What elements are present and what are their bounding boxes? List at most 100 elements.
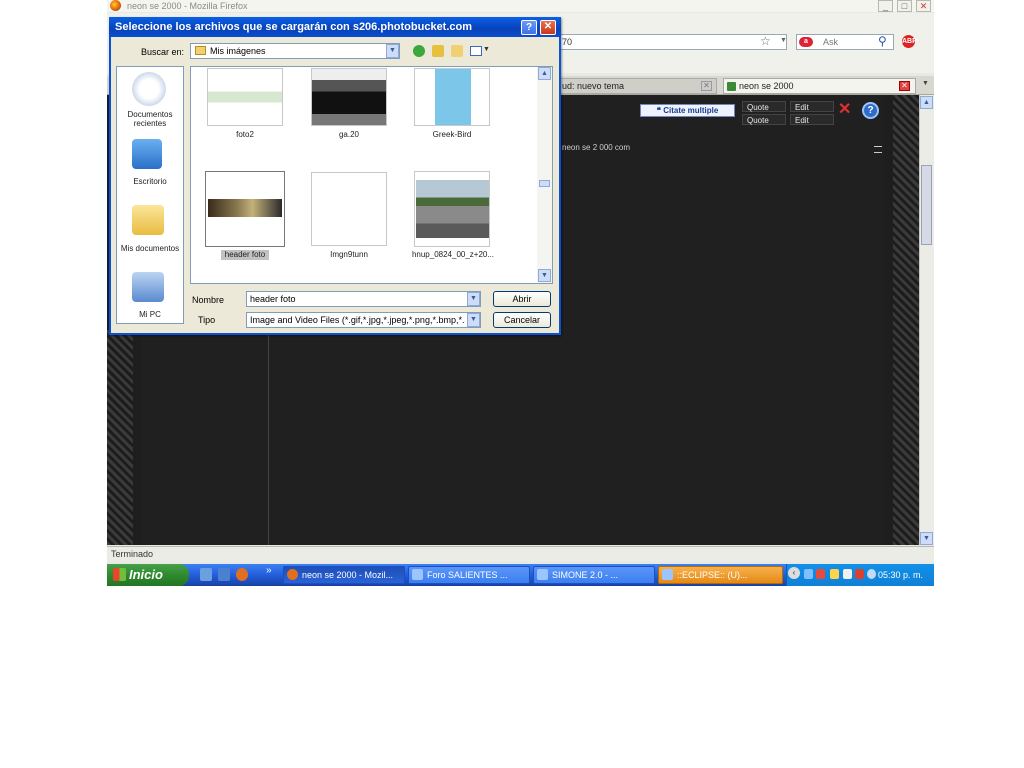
post-text: neon se 2 000 com [562,143,631,152]
firefox-icon [110,0,121,11]
scroll-down-icon[interactable]: ▼ [538,269,551,282]
carbon-border-right [893,95,919,545]
bird-image [435,69,471,125]
cancel-button[interactable]: Cancelar [493,312,551,328]
view-dropdown-icon[interactable]: ▼ [483,46,490,53]
bookmark-star-icon[interactable]: ☆ [760,34,771,48]
open-button[interactable]: Abrir [493,291,551,307]
tray-volume-icon[interactable] [855,569,864,579]
tab-list-icon[interactable]: ▼ [922,80,929,87]
taskbar-item-firefox[interactable]: neon se 2000 - Mozil... [283,566,405,584]
taskbar-item-3[interactable]: SIMONE 2.0 - ... [533,566,655,584]
place-label[interactable]: Escritorio [116,177,184,186]
dialog-help-button[interactable]: ? [521,20,537,35]
edit-button[interactable]: Edit [790,101,834,112]
scroll-down-icon[interactable]: ▼ [920,532,933,545]
look-in-label: Buscar en: [141,47,185,57]
tray-safely-remove-icon[interactable] [843,569,852,579]
file-label[interactable]: foto2 [200,130,290,140]
chevron-down-icon[interactable]: ▼ [386,44,399,58]
addon-icon[interactable]: ABP [902,35,917,48]
dialog-close-button[interactable]: ✕ [540,20,556,35]
tray-network-icon[interactable] [804,569,813,579]
tray-expand-icon[interactable]: ‹ [788,567,800,579]
new-folder-icon[interactable] [451,45,463,57]
search-placeholder: Ask [823,37,839,47]
column-divider [268,330,269,545]
taskbar-item-4[interactable]: ::ECLIPSE:: (U)... [658,566,783,584]
cancel-label: Cancelar [503,315,541,325]
scroll-up-icon[interactable]: ▲ [538,67,551,80]
page-scrollbar-thumb[interactable] [921,165,932,245]
my-computer-icon[interactable] [132,272,164,302]
multi-quote-label: Citate multiple [663,106,719,115]
quicklaunch-more-icon[interactable]: » [266,565,272,576]
recent-documents-icon[interactable] [132,72,166,106]
desktop-icon[interactable] [132,139,162,169]
edit-label: Edit [795,103,809,112]
url-bar[interactable] [557,34,787,50]
url-dropdown-icon[interactable]: ▼ [780,37,787,44]
file-thumbnail[interactable] [414,171,490,247]
car-image [416,180,489,238]
quote-label: Quote [747,103,769,112]
file-label[interactable]: Imgn9tunn [304,250,394,260]
file-thumbnail-selected[interactable] [205,171,285,247]
task-label: ::ECLIPSE:: (U)... [677,570,748,580]
scroll-up-icon[interactable]: ▲ [920,96,933,109]
multi-quote-button[interactable]: ❝ Citate multiple [640,104,735,117]
file-label[interactable]: hnup_0824_00_z+20... [404,250,502,260]
quicklaunch-ie-icon[interactable] [218,568,230,581]
page-scrollbar[interactable] [919,95,934,545]
folder-icon [195,46,206,55]
delete-post-icon[interactable]: ✕ [838,102,851,118]
browser-titlebar: neon se 2000 - Mozilla Firefox [107,0,934,12]
help-icon[interactable]: ? [862,102,879,119]
maximize-button[interactable]: □ [897,0,912,12]
back-arrow-icon[interactable] [413,45,425,57]
search-magnifier-icon[interactable]: ⚲ [878,34,887,48]
tray-info-icon[interactable] [867,569,876,579]
text-marker [874,152,882,153]
view-menu-icon[interactable] [470,46,482,56]
quote-button-2[interactable]: Quote [742,114,786,125]
minimize-button[interactable]: _ [878,0,893,12]
file-label[interactable]: Greek-Bird [407,130,497,140]
chevron-down-icon[interactable]: ▼ [467,313,480,327]
quicklaunch-firefox-icon[interactable] [236,568,248,581]
edit-label: Edit [795,116,809,125]
windows-logo-icon [113,568,126,581]
place-label[interactable]: Documentos recientes [116,110,184,128]
tab-close-icon[interactable]: ✕ [701,81,712,91]
file-thumbnail[interactable] [311,172,387,246]
file-thumbnail[interactable] [207,68,283,126]
file-name-value: header foto [250,294,296,304]
place-label[interactable]: Mi PC [116,310,184,319]
tab-neon-se-2000[interactable]: neon se 2000 ✕ [723,78,916,94]
tab-nuevo-tema[interactable]: ud: nuevo tema ✕ [557,78,717,94]
quote-button[interactable]: Quote [742,101,786,112]
clock: 05:30 p. m. [878,570,924,580]
file-thumbnail[interactable] [311,68,387,126]
chevron-down-icon[interactable]: ▼ [467,292,480,306]
file-thumbnail[interactable] [414,68,490,126]
search-engine-icon[interactable]: a [799,37,813,47]
window-icon [537,569,548,580]
tray-antivirus-icon[interactable] [816,569,825,579]
show-desktop-icon[interactable] [200,568,212,581]
browser-close-button[interactable]: ✕ [916,0,931,12]
taskbar-item-2[interactable]: Foro SALIENTES ... [408,566,530,584]
my-documents-icon[interactable] [132,205,164,235]
status-bar [107,546,934,562]
tray-messenger-icon[interactable] [830,569,839,579]
up-folder-icon[interactable] [432,45,444,57]
place-label[interactable]: Mis documentos [116,244,184,253]
file-scroll-thumb[interactable] [539,180,550,187]
carbon-border-left [107,330,133,545]
file-label[interactable]: header foto [221,250,269,260]
tab-close-icon[interactable]: ✕ [899,81,910,91]
file-label[interactable]: ga.20 [304,130,394,140]
start-label: Inicio [129,567,163,582]
file-list-scrollbar[interactable] [537,67,552,283]
edit-button-2[interactable]: Edit [790,114,834,125]
